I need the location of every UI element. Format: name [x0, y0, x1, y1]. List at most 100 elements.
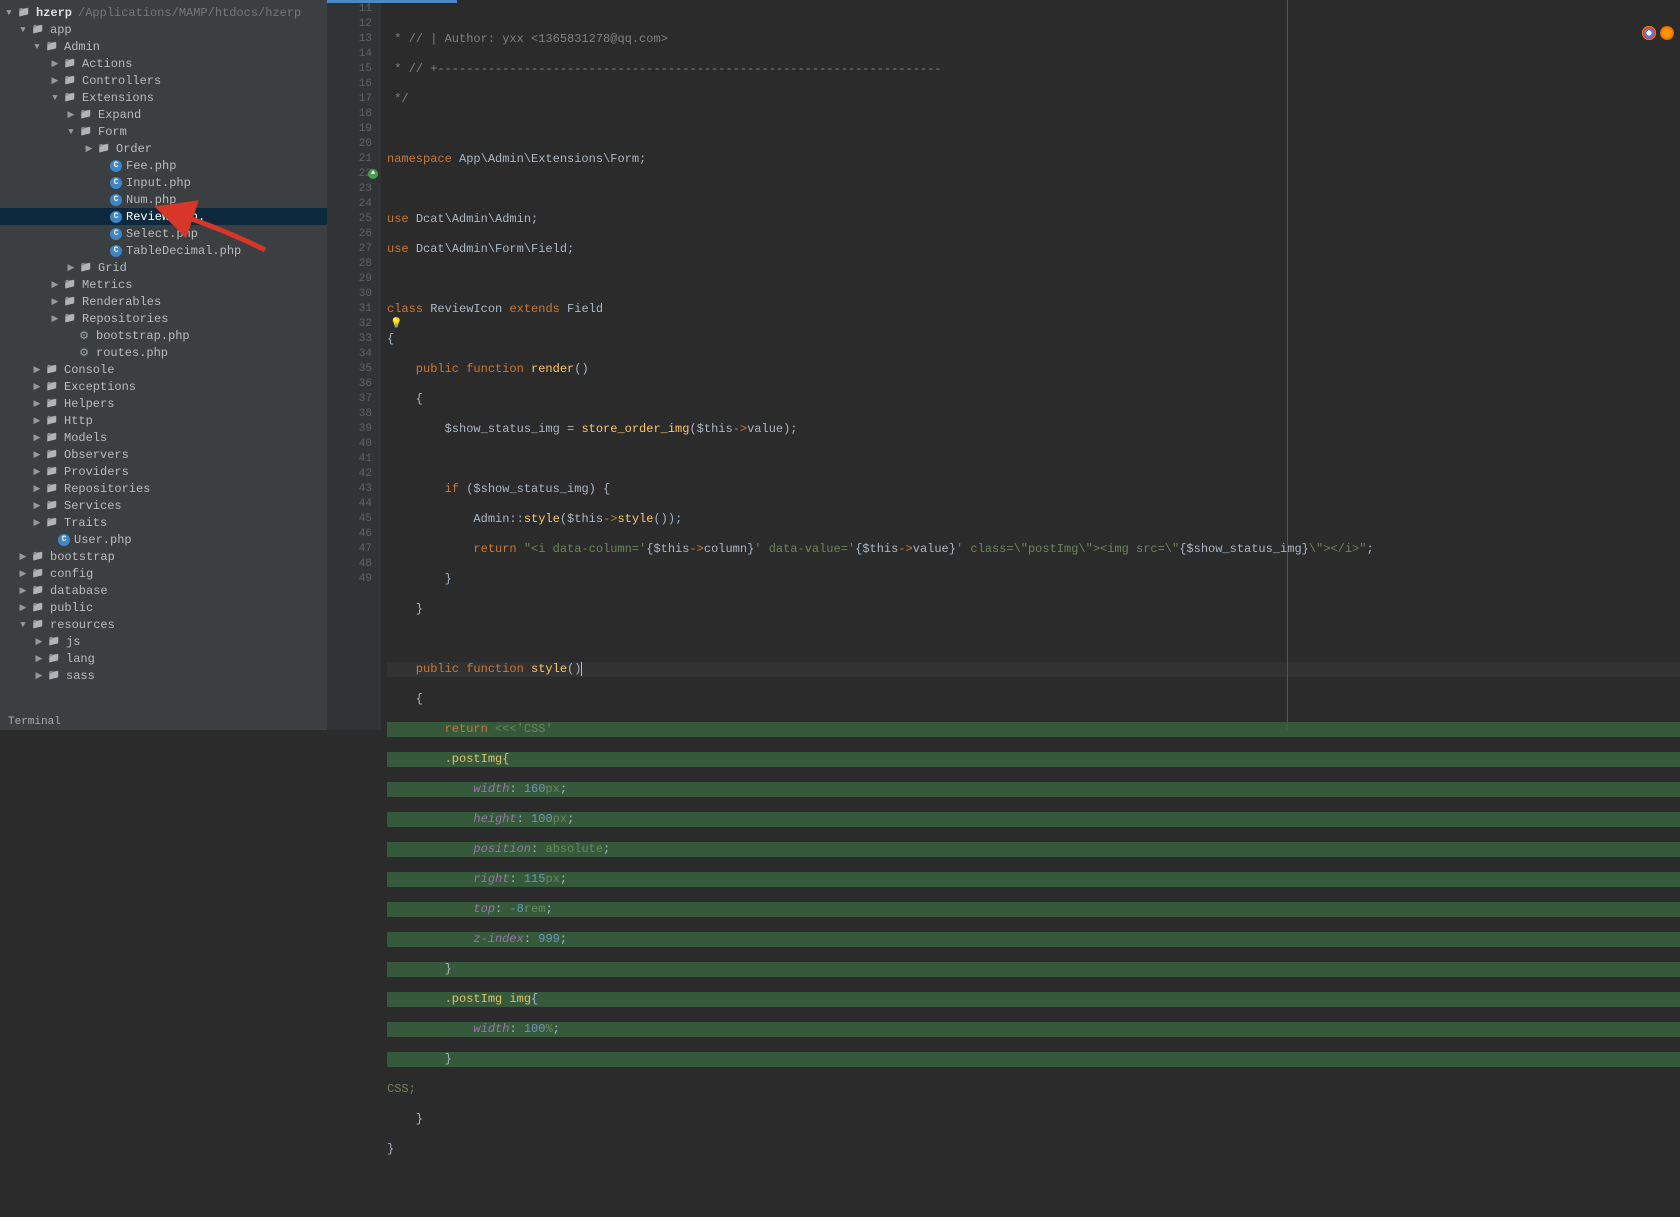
tree-file-fee[interactable]: ▶Fee.php — [0, 157, 327, 174]
chevron-right-icon: ▶ — [50, 59, 60, 69]
project-path: /Applications/MAMP/htdocs/hzerp — [78, 6, 301, 20]
tree-folder-exceptions[interactable]: ▶Exceptions — [0, 378, 327, 395]
folder-icon — [62, 294, 78, 310]
tree-file-select[interactable]: ▶Select.php — [0, 225, 327, 242]
chevron-right-icon: ▶ — [32, 484, 42, 494]
tree-file-tabledecimal[interactable]: ▶TableDecimal.php — [0, 242, 327, 259]
tree-file-num[interactable]: ▶Num.php — [0, 191, 327, 208]
tree-file-routes[interactable]: ▶routes.php — [0, 344, 327, 361]
chevron-right-icon: ▶ — [18, 552, 28, 562]
folder-icon — [44, 413, 60, 429]
chevron-right-icon: ▶ — [66, 263, 76, 273]
chevron-right-icon: ▶ — [50, 280, 60, 290]
right-margin-ruler — [1287, 0, 1288, 730]
chevron-down-icon: ▼ — [18, 25, 28, 35]
php-class-icon — [110, 245, 122, 257]
folder-icon — [46, 651, 62, 667]
tree-folder-js[interactable]: ▶js — [0, 633, 327, 650]
chevron-down-icon: ▼ — [18, 620, 28, 630]
tree-folder-console[interactable]: ▶Console — [0, 361, 327, 378]
folder-icon — [44, 379, 60, 395]
code-area[interactable]: * // | Author: yxx <1365831278@qq.com> *… — [381, 0, 1680, 730]
project-tree-sidebar[interactable]: ▼ hzerp/Applications/MAMP/htdocs/hzerp ▼a… — [0, 0, 327, 730]
chevron-right-icon: ▶ — [18, 586, 28, 596]
tree-folder-database[interactable]: ▶database — [0, 582, 327, 599]
tree-folder-resources[interactable]: ▼resources — [0, 616, 327, 633]
active-tab-indicator — [327, 0, 457, 3]
folder-icon — [96, 141, 112, 157]
chrome-icon[interactable] — [1642, 26, 1656, 40]
tree-folder-controllers[interactable]: ▶Controllers — [0, 72, 327, 89]
php-class-icon — [58, 534, 70, 546]
firefox-icon[interactable] — [1660, 26, 1674, 40]
tool-window-terminal[interactable]: Terminal — [0, 716, 327, 730]
folder-icon — [44, 481, 60, 497]
tree-folder-sass[interactable]: ▶sass — [0, 667, 327, 684]
tree-folder-app[interactable]: ▼app — [0, 21, 327, 38]
tree-folder-repositories2[interactable]: ▶Repositories — [0, 480, 327, 497]
tree-folder-lang[interactable]: ▶lang — [0, 650, 327, 667]
chevron-right-icon: ▶ — [50, 314, 60, 324]
folder-icon — [44, 498, 60, 514]
tree-folder-admin[interactable]: ▼Admin — [0, 38, 327, 55]
tree-folder-renderables[interactable]: ▶Renderables — [0, 293, 327, 310]
tree-file-reviewicon[interactable]: ▶ReviewIcon. — [0, 208, 327, 225]
chevron-right-icon: ▶ — [18, 569, 28, 579]
chevron-down-icon: ▼ — [4, 8, 14, 18]
chevron-right-icon: ▶ — [84, 144, 94, 154]
tree-file-bootstrap[interactable]: ▶bootstrap.php — [0, 327, 327, 344]
folder-icon — [78, 107, 94, 123]
tree-folder-bootstrap[interactable]: ▶bootstrap — [0, 548, 327, 565]
tree-folder-traits[interactable]: ▶Traits — [0, 514, 327, 531]
php-file-icon — [76, 328, 92, 344]
folder-icon — [62, 311, 78, 327]
tree-folder-extensions[interactable]: ▼Extensions — [0, 89, 327, 106]
folder-icon — [30, 566, 46, 582]
text-caret — [581, 662, 582, 676]
folder-icon — [30, 583, 46, 599]
tree-folder-repositories[interactable]: ▶Repositories — [0, 310, 327, 327]
tree-folder-metrics[interactable]: ▶Metrics — [0, 276, 327, 293]
folder-icon — [30, 22, 46, 38]
code-line: * // +----------------------------------… — [387, 62, 942, 76]
chevron-right-icon: ▶ — [32, 501, 42, 511]
tree-folder-grid[interactable]: ▶Grid — [0, 259, 327, 276]
folder-icon — [44, 515, 60, 531]
chevron-right-icon: ▶ — [34, 654, 44, 664]
tree-folder-models[interactable]: ▶Models — [0, 429, 327, 446]
chevron-right-icon: ▶ — [32, 433, 42, 443]
code-editor[interactable]: 1112131415161718192021222324252627282930… — [327, 0, 1680, 730]
tree-folder-config[interactable]: ▶config — [0, 565, 327, 582]
folder-icon — [30, 617, 46, 633]
tree-file-user[interactable]: ▶User.php — [0, 531, 327, 548]
folder-icon — [62, 90, 78, 106]
folder-icon — [44, 39, 60, 55]
chevron-right-icon: ▶ — [32, 365, 42, 375]
folder-icon — [78, 260, 94, 276]
tree-folder-form[interactable]: ▼Form — [0, 123, 327, 140]
tree-folder-public[interactable]: ▶public — [0, 599, 327, 616]
project-name: hzerp — [36, 6, 72, 20]
folder-icon — [46, 668, 62, 684]
tree-folder-providers[interactable]: ▶Providers — [0, 463, 327, 480]
tree-folder-observers[interactable]: ▶Observers — [0, 446, 327, 463]
tree-folder-http[interactable]: ▶Http — [0, 412, 327, 429]
tree-root[interactable]: ▼ hzerp/Applications/MAMP/htdocs/hzerp — [0, 4, 327, 21]
chevron-right-icon: ▶ — [18, 603, 28, 613]
chevron-down-icon: ▼ — [66, 127, 76, 137]
chevron-right-icon: ▶ — [32, 416, 42, 426]
folder-icon — [78, 124, 94, 140]
php-file-icon — [76, 345, 92, 361]
code-line: * // | Author: yxx <1365831278@qq.com> — [387, 32, 668, 46]
php-class-icon — [110, 211, 122, 223]
folder-icon — [62, 73, 78, 89]
override-gutter-icon[interactable] — [368, 169, 378, 179]
chevron-right-icon: ▶ — [32, 450, 42, 460]
tree-folder-actions[interactable]: ▶Actions — [0, 55, 327, 72]
tree-file-input[interactable]: ▶Input.php — [0, 174, 327, 191]
tree-folder-services[interactable]: ▶Services — [0, 497, 327, 514]
tree-folder-order[interactable]: ▶Order — [0, 140, 327, 157]
folder-icon — [44, 464, 60, 480]
tree-folder-expand[interactable]: ▶Expand — [0, 106, 327, 123]
tree-folder-helpers[interactable]: ▶Helpers — [0, 395, 327, 412]
